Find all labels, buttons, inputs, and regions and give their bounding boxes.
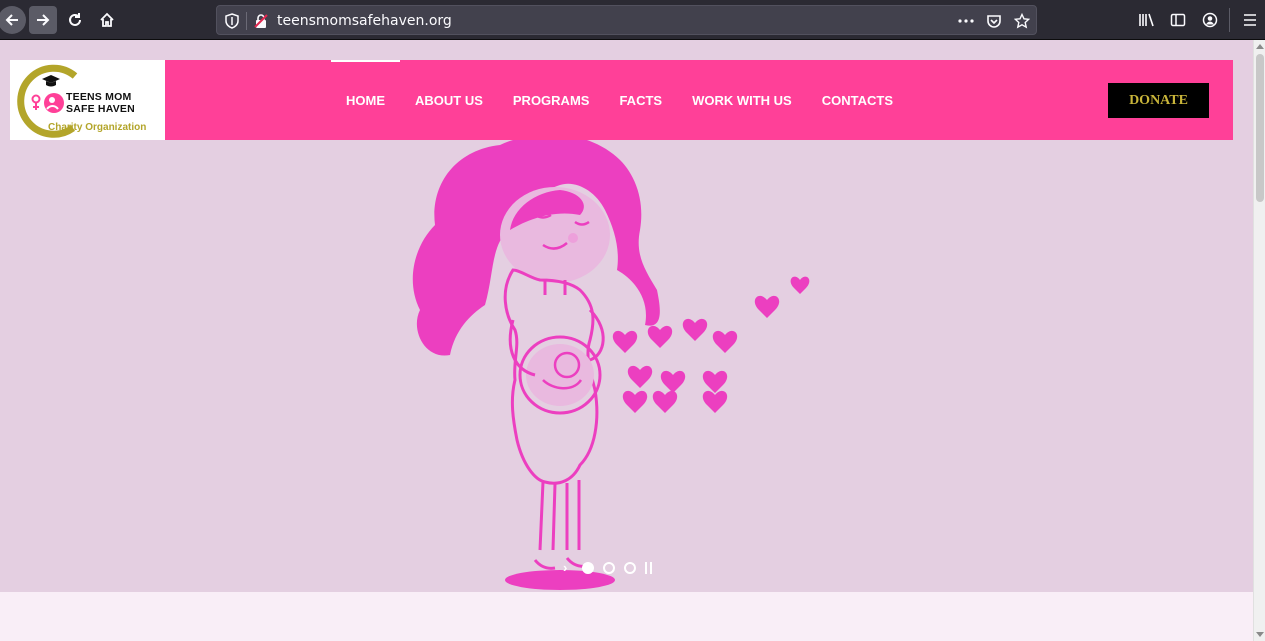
forward-button[interactable] xyxy=(29,6,57,34)
nav-home[interactable]: HOME xyxy=(331,60,400,140)
more-actions-button[interactable] xyxy=(957,12,975,30)
scroll-thumb[interactable] xyxy=(1256,54,1264,202)
site-header: TEENS MOM SAFE HAVEN Charity Organizatio… xyxy=(10,60,1233,140)
library-icon xyxy=(1139,13,1154,27)
graduation-cap-icon xyxy=(42,75,60,87)
scroll-down-arrow-icon[interactable] xyxy=(1256,632,1264,637)
bookmark-button[interactable] xyxy=(1013,12,1031,30)
insecure-lock-icon[interactable] xyxy=(253,13,269,29)
back-arrow-icon xyxy=(5,14,18,26)
home-button[interactable] xyxy=(93,6,121,34)
site-logo[interactable]: TEENS MOM SAFE HAVEN Charity Organizatio… xyxy=(10,60,165,140)
logo-tagline: Charity Organization xyxy=(48,122,147,133)
logo-title-line2: SAFE HAVEN xyxy=(66,103,135,115)
reload-icon xyxy=(69,13,81,26)
nav-work-with-us[interactable]: WORK WITH US xyxy=(677,60,807,140)
content-section xyxy=(0,592,1253,641)
slide-dot-3[interactable] xyxy=(624,562,636,574)
url-bar[interactable]: teensmomsafehaven.org xyxy=(216,5,1037,35)
logo-title-line1: TEENS MOM xyxy=(66,91,132,103)
urlbar-divider xyxy=(246,12,247,30)
forward-arrow-icon xyxy=(37,14,50,26)
url-text[interactable]: teensmomsafehaven.org xyxy=(277,13,452,29)
more-actions-icon xyxy=(958,19,974,23)
account-icon xyxy=(1202,12,1218,28)
hero-slider: TEENS MOM SAFE HAVEN Charity Organizatio… xyxy=(0,40,1253,592)
browser-toolbar: teensmomsafehaven.org xyxy=(0,0,1265,40)
pause-slider-icon[interactable] xyxy=(645,562,654,574)
next-slide-arrow-icon[interactable]: › xyxy=(563,561,573,574)
pregnant-mother-illustration xyxy=(412,133,810,590)
donate-button[interactable]: DONATE xyxy=(1108,83,1209,118)
slide-dot-2[interactable] xyxy=(603,562,615,574)
back-button[interactable] xyxy=(0,6,26,34)
tracking-shield-icon[interactable] xyxy=(224,13,240,29)
pocket-button[interactable] xyxy=(985,12,1003,30)
reload-button[interactable] xyxy=(61,6,89,34)
nav-contacts[interactable]: CONTACTS xyxy=(807,60,908,140)
scroll-up-arrow-icon[interactable] xyxy=(1256,44,1264,49)
nav-facts[interactable]: FACTS xyxy=(604,60,677,140)
sidebar-icon xyxy=(1170,13,1186,27)
sidebar-button[interactable] xyxy=(1168,10,1188,30)
main-navigation: HOME ABOUT US PROGRAMS FACTS WORK WITH U… xyxy=(331,60,908,140)
menu-button[interactable] xyxy=(1240,10,1260,30)
toolbar-separator xyxy=(1229,8,1230,32)
page-scrollbar[interactable] xyxy=(1253,40,1265,641)
nav-programs[interactable]: PROGRAMS xyxy=(498,60,605,140)
mother-child-icon xyxy=(31,93,64,113)
pocket-icon xyxy=(987,15,1001,28)
bookmark-star-icon xyxy=(1014,13,1030,29)
slider-controls: › xyxy=(563,560,654,576)
home-icon xyxy=(100,12,114,27)
menu-icon xyxy=(1244,14,1256,26)
library-button[interactable] xyxy=(1137,10,1157,30)
slide-dot-1[interactable] xyxy=(582,562,594,574)
nav-about-us[interactable]: ABOUT US xyxy=(400,60,498,140)
account-button[interactable] xyxy=(1200,10,1220,30)
